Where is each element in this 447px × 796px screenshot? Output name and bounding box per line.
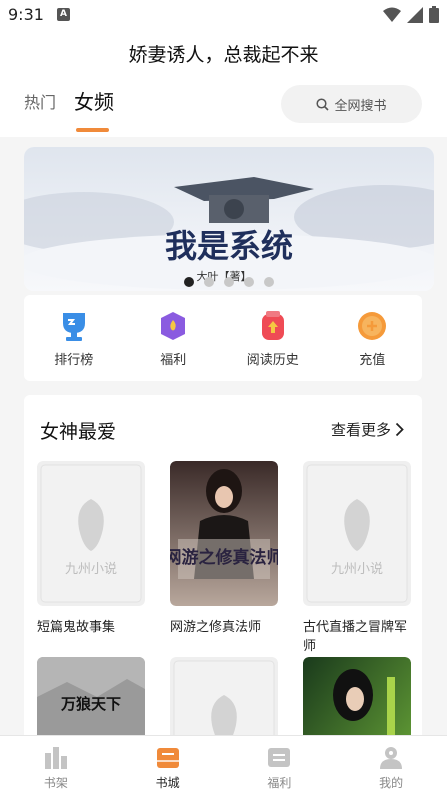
book-cover-image [303,657,411,735]
banner-image: 我是系统 大叶【著】 [24,147,434,291]
book-title: 网游之修真法师 [170,620,262,635]
book-item[interactable] [303,657,411,735]
placeholder-text: 九州小说 [65,562,117,577]
coin-icon [358,312,387,340]
nav-profile[interactable]: 我的 [335,736,447,796]
active-tab-indicator [76,128,109,132]
channel-tabs: 热门 女频 [24,86,114,115]
status-bar: 9:31 A [0,0,447,30]
view-more-link[interactable]: 查看更多 [331,419,404,440]
nav-bookstore[interactable]: 书城 [112,736,224,796]
gift-icon [161,312,186,340]
search-icon [316,97,330,111]
book-item[interactable]: 万狼天下 [37,657,145,735]
trophy-icon [62,313,85,341]
quick-link-ranking[interactable]: 排行榜 [24,295,124,381]
history-icon [261,311,284,340]
wifi-icon [383,7,401,22]
bookstore-icon [156,748,179,768]
nav-label: 书城 [155,776,180,790]
book-cover-image: 网游之修真法师 [165,461,284,606]
welfare-icon [268,748,291,767]
book-item[interactable]: 九州小说 短篇鬼故事集 [37,461,145,637]
page-title: 娇妻诱人，总裁起不来 [128,44,319,66]
signal-icon [407,6,423,23]
carousel-dot[interactable] [244,277,254,287]
book-cover-placeholder: 九州小说 [37,461,145,606]
nav-welfare[interactable]: 福利 [224,736,336,796]
status-time: 9:31 [8,5,44,24]
bottom-nav: 书架 书城 福利 我的 [0,735,447,796]
notification-icon: A [57,8,70,21]
book-cover-text: 网游之修真法师 [170,547,278,568]
view-more-label: 查看更多 [330,421,391,439]
section-title: 女神最爱 [40,421,117,443]
search-label: 全网搜书 [334,98,387,114]
quick-link-history[interactable]: 阅读历史 [223,295,323,381]
quick-link-label: 排行榜 [54,353,94,368]
book-title: 古代直播之冒牌军师 [303,620,408,654]
nav-bookshelf[interactable]: 书架 [0,736,112,796]
banner-carousel[interactable]: 我是系统 大叶【著】 [24,147,434,291]
book-cover-text: 万狼天下 [60,695,121,713]
bookshelf-icon [44,747,67,769]
banner-cover-title: 我是系统 [165,227,293,265]
search-button[interactable]: 全网搜书 [281,85,422,123]
quick-links: 排行榜 福利 阅读历史 充值 [24,295,422,381]
book-cover-image: 万狼天下 [37,657,145,735]
nav-label: 书架 [43,776,68,790]
carousel-dot[interactable] [224,277,234,287]
tab-hot[interactable]: 热门 [24,89,56,115]
book-item[interactable]: 九州小说 古代直播之冒牌军师 [303,461,411,656]
content-area[interactable]: 我是系统 大叶【著】 排行榜 福利 阅读历史 充值 女神最爱 查看更多 九州小说… [0,137,447,735]
battery-icon [429,6,439,23]
nav-label: 福利 [267,776,292,790]
carousel-dot[interactable] [264,277,274,287]
profile-icon [380,747,403,769]
quick-link-label: 充值 [359,353,386,368]
book-title: 短篇鬼故事集 [37,620,116,635]
quick-link-welfare[interactable]: 福利 [124,295,224,381]
recommend-section: 女神最爱 查看更多 九州小说 短篇鬼故事集 网游之修真法师 网游之修真法师 九州… [24,395,422,735]
book-cover-placeholder: 九州小说 [303,461,411,606]
quick-link-label: 福利 [160,353,187,368]
quick-link-label: 阅读历史 [246,353,299,368]
quick-link-recharge[interactable]: 充值 [323,295,423,381]
book-item[interactable]: 网游之修真法师 网游之修真法师 [165,461,284,637]
book-item[interactable] [170,657,278,735]
tab-female[interactable]: 女频 [74,86,114,115]
placeholder-text: 九州小说 [331,562,383,577]
chevron-right-icon [395,422,404,437]
status-icons [383,6,439,23]
carousel-dot[interactable] [204,277,214,287]
carousel-dots [184,277,274,287]
nav-label: 我的 [379,776,404,790]
book-cover-placeholder [170,657,278,735]
carousel-dot[interactable] [184,277,194,287]
